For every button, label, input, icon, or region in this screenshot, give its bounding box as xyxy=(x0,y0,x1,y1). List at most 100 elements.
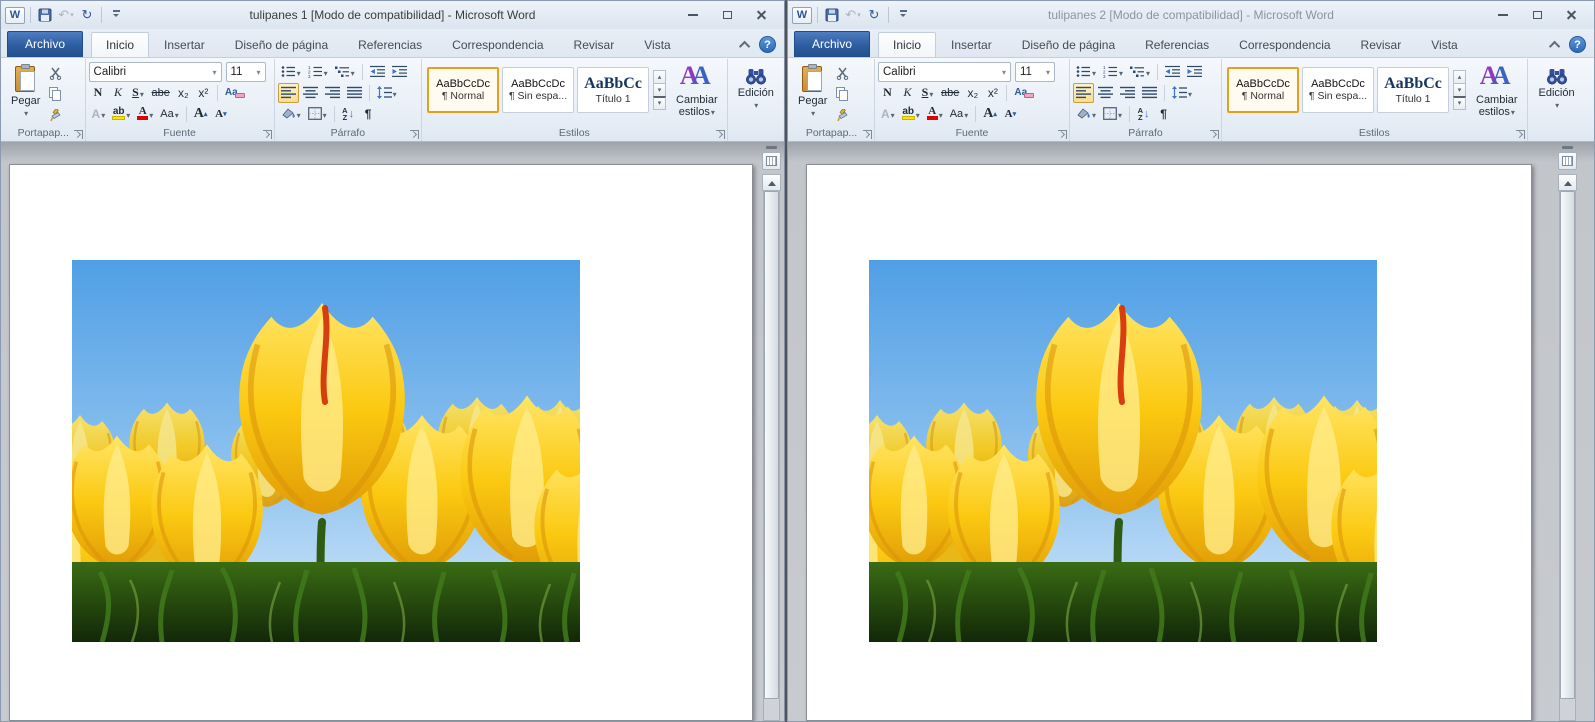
increase-indent-icon[interactable] xyxy=(1184,62,1205,82)
dialog-launcher-icon[interactable] xyxy=(1058,130,1067,139)
change-case-icon[interactable]: Aa xyxy=(157,104,181,124)
vertical-scrollbar[interactable] xyxy=(1557,144,1578,721)
dialog-launcher-icon[interactable] xyxy=(263,130,272,139)
grow-font-icon[interactable]: A▴ xyxy=(980,104,1000,124)
strikethrough-button[interactable]: abe xyxy=(149,83,173,103)
highlight-color-icon[interactable]: ab xyxy=(109,104,133,124)
split-handle-icon[interactable] xyxy=(766,146,777,149)
numbering-icon[interactable]: 123 xyxy=(1100,62,1126,82)
customize-quick-access-icon[interactable] xyxy=(894,5,912,25)
paste-button[interactable]: Pegar xyxy=(5,61,46,125)
shrink-font-icon[interactable]: A▾ xyxy=(1001,104,1020,124)
change-styles-button[interactable]: AA Cambiarestilos xyxy=(670,61,724,119)
undo-icon[interactable]: ↶▾ xyxy=(57,5,75,25)
tab-vista[interactable]: Vista xyxy=(1416,32,1472,57)
clear-formatting-icon[interactable]: Aa xyxy=(1011,83,1037,103)
shading-icon[interactable] xyxy=(278,104,304,124)
tab-referencias[interactable]: Referencias xyxy=(343,32,437,57)
tab-vista[interactable]: Vista xyxy=(629,32,685,57)
tab-insertar[interactable]: Insertar xyxy=(936,32,1007,57)
align-right-icon[interactable] xyxy=(322,83,343,103)
tab-insertar[interactable]: Insertar xyxy=(149,32,220,57)
text-effects-icon[interactable]: A xyxy=(878,104,898,124)
font-size-select[interactable]: 11 xyxy=(226,62,266,82)
styles-gallery-more-icon[interactable]: ▾ xyxy=(1453,96,1466,110)
style-sin-espaciado[interactable]: AaBbCcDc ¶ Sin espa... xyxy=(1302,67,1374,113)
styles-scroll-down-icon[interactable]: ▾ xyxy=(1453,83,1466,97)
decrease-indent-icon[interactable] xyxy=(367,62,388,82)
styles-scroll-up-icon[interactable]: ▴ xyxy=(1453,70,1466,84)
cut-icon[interactable] xyxy=(833,63,852,83)
document-page[interactable] xyxy=(806,164,1532,721)
collapse-ribbon-icon[interactable] xyxy=(1552,41,1560,49)
save-icon[interactable] xyxy=(36,5,54,25)
justify-icon[interactable] xyxy=(1139,83,1160,103)
tab-correspondencia[interactable]: Correspondencia xyxy=(437,32,558,57)
help-icon[interactable]: ? xyxy=(1569,36,1586,53)
superscript-button[interactable]: x² xyxy=(194,83,213,103)
dialog-launcher-icon[interactable] xyxy=(1210,130,1219,139)
justify-icon[interactable] xyxy=(344,83,365,103)
split-handle-icon[interactable] xyxy=(1562,146,1573,149)
align-right-icon[interactable] xyxy=(1117,83,1138,103)
minimize-button[interactable] xyxy=(1490,6,1516,24)
italic-button[interactable]: K xyxy=(898,83,917,103)
borders-icon[interactable] xyxy=(1100,104,1125,124)
copy-icon[interactable] xyxy=(833,84,852,104)
show-paragraph-marks-icon[interactable]: ¶ xyxy=(359,104,378,124)
highlight-color-icon[interactable]: ab xyxy=(899,104,923,124)
scrollbar-track[interactable] xyxy=(763,191,780,721)
close-button[interactable] xyxy=(748,6,774,24)
ruler-toggle-button[interactable] xyxy=(762,152,781,170)
help-icon[interactable]: ? xyxy=(759,36,776,53)
font-color-icon[interactable]: A xyxy=(924,104,946,124)
show-paragraph-marks-icon[interactable]: ¶ xyxy=(1154,104,1173,124)
tulips-image[interactable] xyxy=(869,260,1377,642)
underline-button[interactable]: S xyxy=(129,83,148,103)
align-left-icon[interactable] xyxy=(1073,83,1094,103)
close-button[interactable] xyxy=(1558,6,1584,24)
style-normal[interactable]: AaBbCcDc ¶ Normal xyxy=(1227,67,1299,113)
cut-icon[interactable] xyxy=(46,63,65,83)
strikethrough-button[interactable]: abe xyxy=(938,83,962,103)
copy-icon[interactable] xyxy=(46,84,65,104)
shrink-font-icon[interactable]: A▾ xyxy=(211,104,230,124)
styles-scroll-down-icon[interactable]: ▾ xyxy=(653,83,666,97)
save-icon[interactable] xyxy=(823,5,841,25)
align-center-icon[interactable] xyxy=(1095,83,1116,103)
multilevel-list-icon[interactable] xyxy=(1127,62,1153,82)
increase-indent-icon[interactable] xyxy=(389,62,410,82)
titlebar[interactable]: W ↶▾ ↻ tulipanes 1 [Modo de compatibilid… xyxy=(1,1,784,29)
dialog-launcher-icon[interactable] xyxy=(716,130,725,139)
titlebar[interactable]: W ↶▾ ↻ tulipanes 2 [Modo de compatibilid… xyxy=(788,1,1594,29)
tab-diseno-de-pagina[interactable]: Diseño de página xyxy=(220,32,343,57)
dialog-launcher-icon[interactable] xyxy=(863,130,872,139)
clear-formatting-icon[interactable]: Aa xyxy=(222,83,248,103)
subscript-button[interactable]: x₂ xyxy=(963,83,982,103)
customize-quick-access-icon[interactable] xyxy=(107,5,125,25)
align-center-icon[interactable] xyxy=(300,83,321,103)
font-size-select[interactable]: 11 xyxy=(1015,62,1055,82)
minimize-button[interactable] xyxy=(680,6,706,24)
font-name-select[interactable]: Calibri xyxy=(89,62,222,82)
styles-scroll-up-icon[interactable]: ▴ xyxy=(653,70,666,84)
style-titulo-1[interactable]: AaBbCc Título 1 xyxy=(577,67,649,113)
vertical-scrollbar[interactable] xyxy=(761,144,782,721)
line-spacing-icon[interactable] xyxy=(374,83,400,103)
word-logo-icon[interactable]: W xyxy=(792,7,812,24)
editing-button[interactable]: Edición xyxy=(731,61,781,111)
scroll-up-icon[interactable] xyxy=(1558,174,1577,191)
sort-icon[interactable]: AZ ↓ xyxy=(1134,104,1153,124)
scrollbar-thumb[interactable] xyxy=(1560,191,1575,699)
tab-archivo[interactable]: Archivo xyxy=(794,31,870,57)
line-spacing-icon[interactable] xyxy=(1169,83,1195,103)
tab-revisar[interactable]: Revisar xyxy=(559,32,630,57)
bullets-icon[interactable] xyxy=(278,62,304,82)
tab-revisar[interactable]: Revisar xyxy=(1346,32,1417,57)
tulips-image[interactable] xyxy=(72,260,580,642)
scroll-up-icon[interactable] xyxy=(762,174,781,191)
change-case-icon[interactable]: Aa xyxy=(947,104,971,124)
tab-archivo[interactable]: Archivo xyxy=(7,31,83,57)
tab-correspondencia[interactable]: Correspondencia xyxy=(1224,32,1345,57)
tab-inicio[interactable]: Inicio xyxy=(878,32,936,57)
